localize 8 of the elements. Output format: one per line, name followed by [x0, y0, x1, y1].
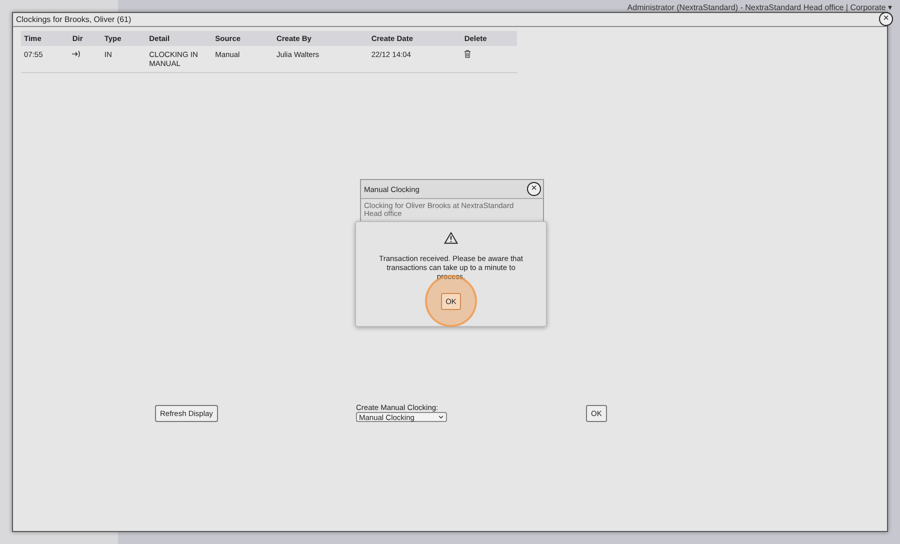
close-button[interactable]: × [879, 12, 893, 26]
chevron-down-icon [438, 415, 444, 419]
close-button[interactable]: × [527, 182, 541, 196]
user-info: Administrator (NextraStandard) - NextraStandard Head office | Corporate ▾ [627, 3, 892, 12]
warning-icon [444, 232, 458, 244]
trash-icon[interactable] [464, 50, 472, 58]
window-title: Clockings for Brooks, Oliver (61) [16, 15, 132, 24]
clock-in-icon [72, 50, 82, 58]
